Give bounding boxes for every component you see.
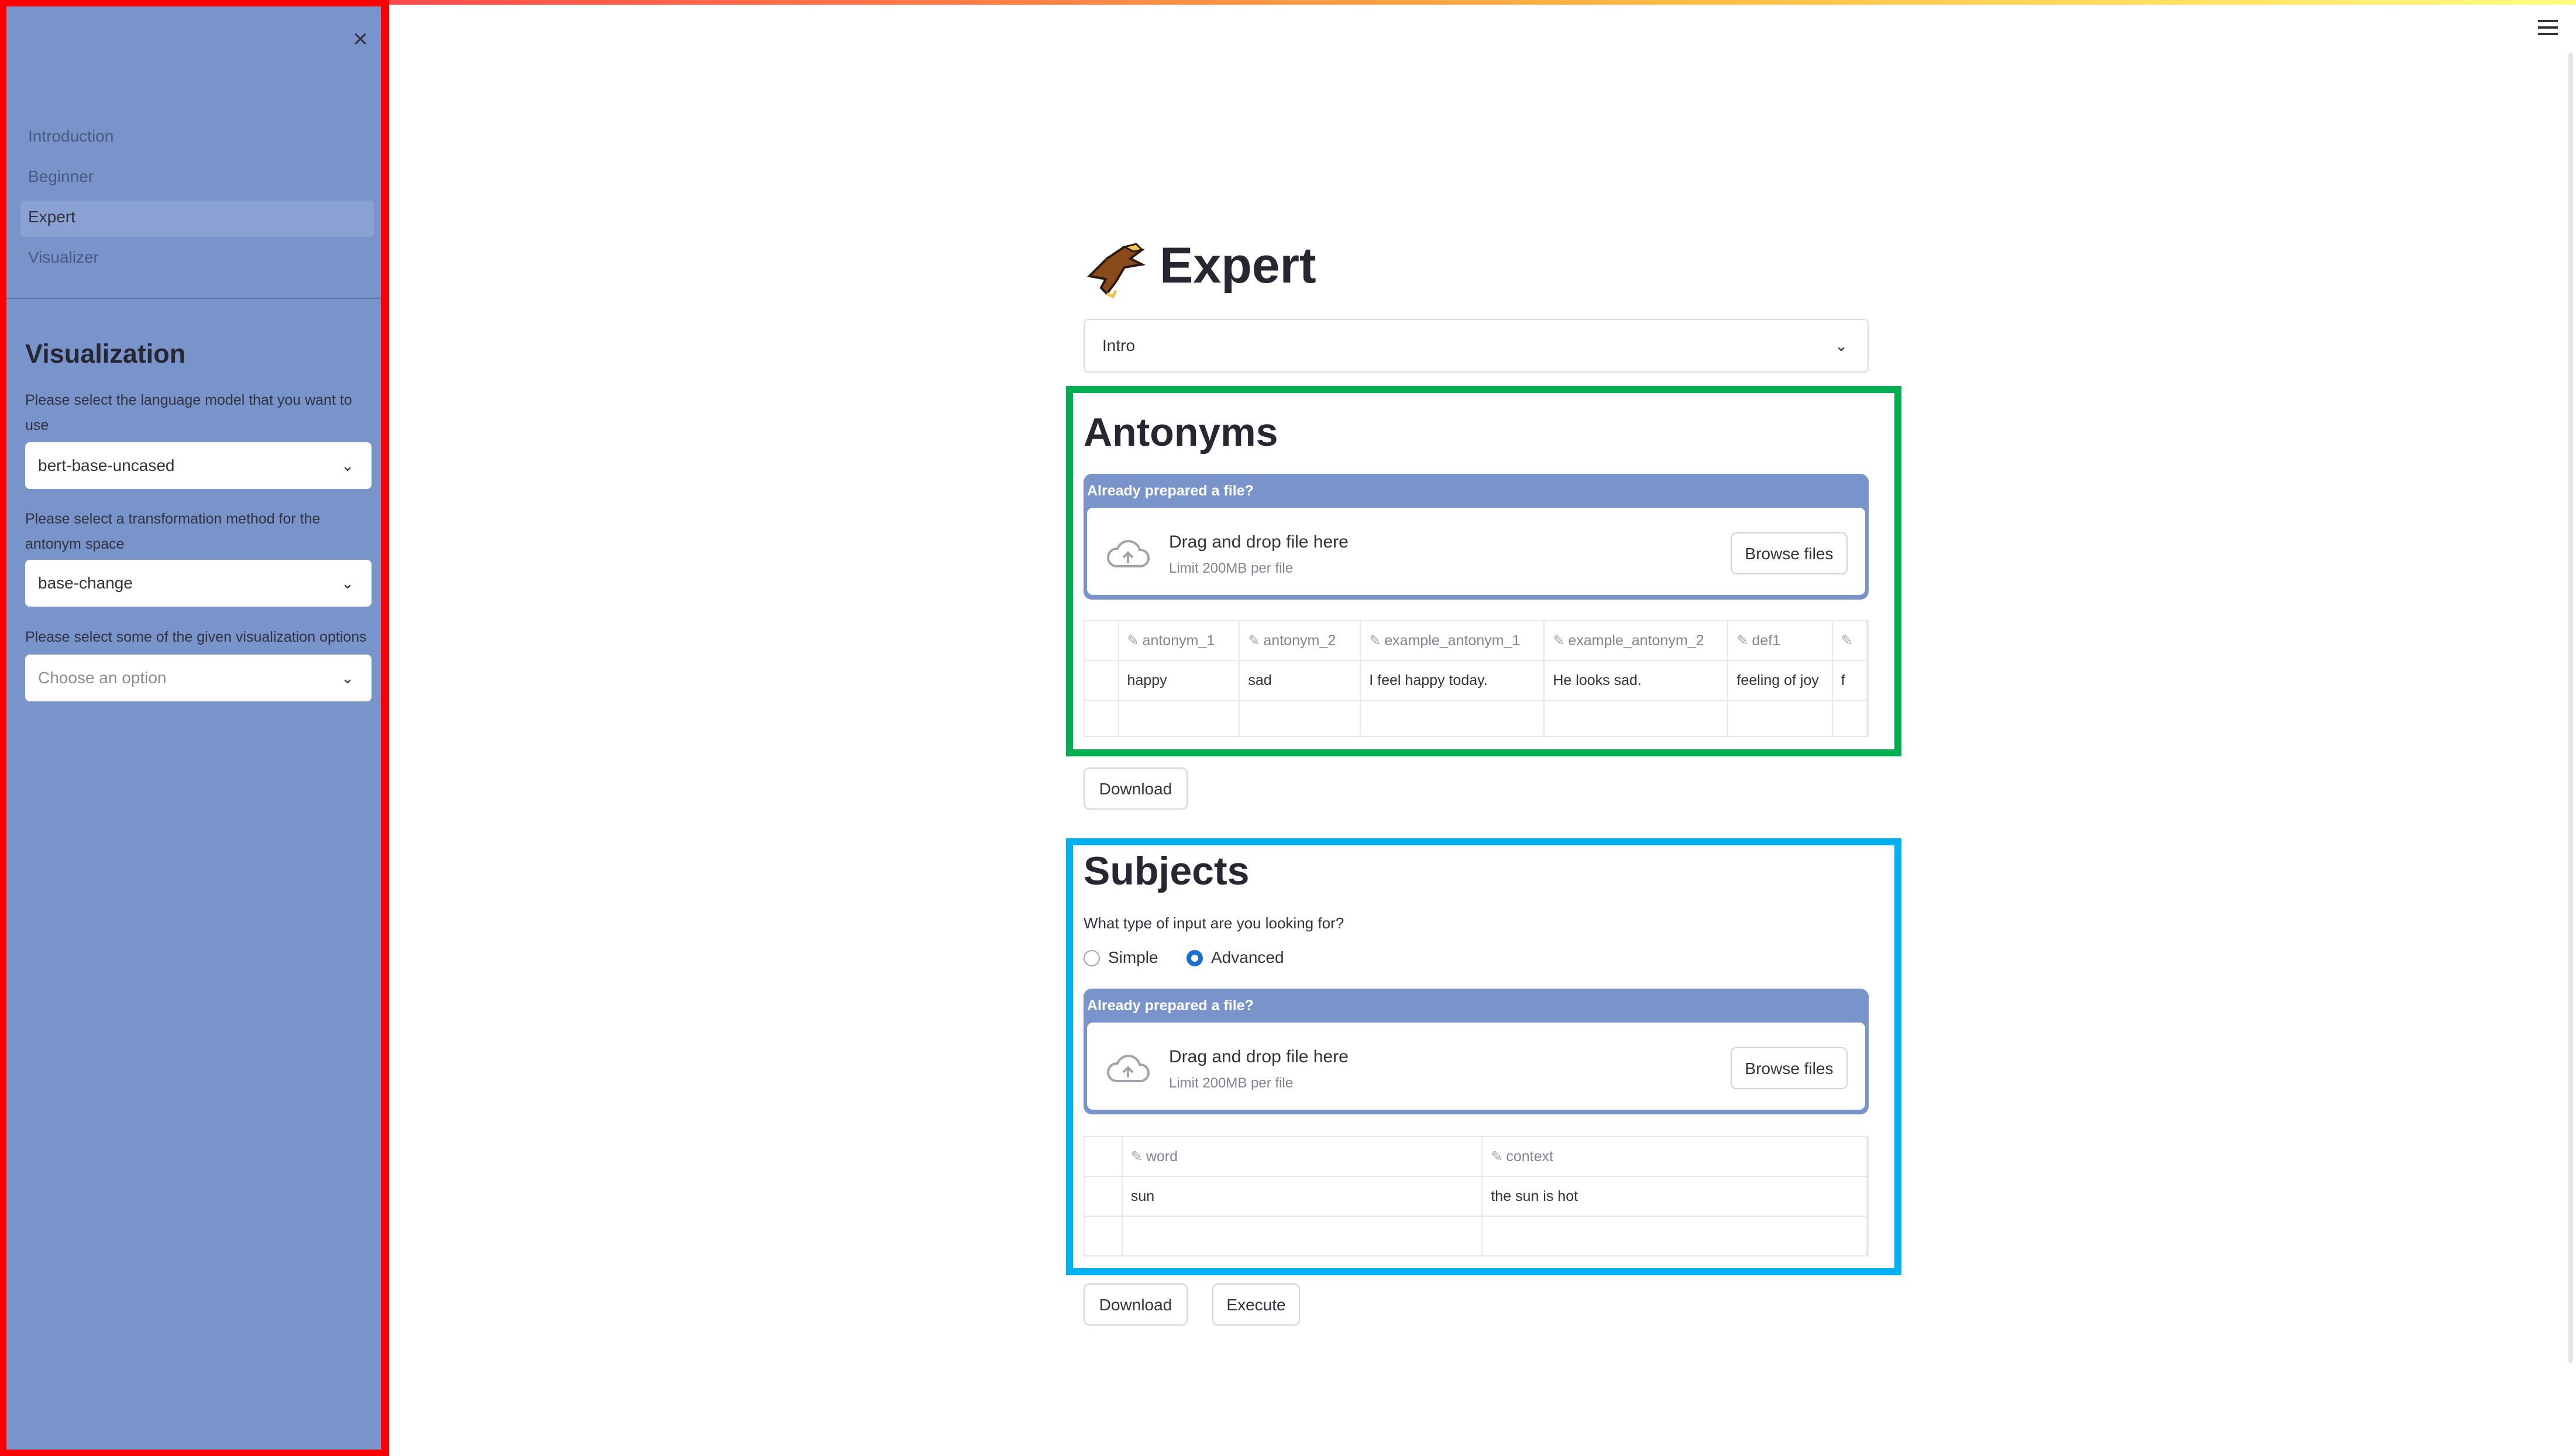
table-cell[interactable]: the sun is hot <box>1482 1176 1867 1217</box>
table-cell[interactable]: sad <box>1239 660 1361 701</box>
column-header[interactable]: ✎ example_antonym_2 <box>1544 621 1729 661</box>
column-header[interactable]: ✎ antonym_1 <box>1118 621 1240 661</box>
chevron-down-icon: ⌄ <box>1835 337 1848 354</box>
edit-icon: ✎ <box>1130 1148 1143 1165</box>
sidebar-item-beginner[interactable]: Beginner <box>28 167 94 186</box>
sidebar-item-introduction[interactable]: Introduction <box>28 127 114 146</box>
options-multiselect[interactable]: Choose an option ⌄ <box>25 655 372 701</box>
radio-unchecked-icon <box>1084 950 1100 966</box>
antonyms-data-editor[interactable]: ✎ antonym_1 ✎ antonym_2 ✎ example_antonym_1… <box>1084 620 1869 737</box>
table-cell[interactable]: He looks sad. <box>1544 660 1729 701</box>
dropzone-limit: Limit 200MB per file <box>1169 1075 1294 1091</box>
sidebar-item-visualizer[interactable]: Visualizer <box>28 248 99 267</box>
top-decoration-bar <box>389 0 2576 5</box>
execute-button[interactable]: Execute <box>1212 1283 1300 1326</box>
column-header[interactable]: ✎ context <box>1482 1137 1867 1177</box>
edit-icon: ✎ <box>1369 632 1381 649</box>
model-select-value: bert-base-uncased <box>38 456 175 474</box>
sidebar-divider <box>6 298 381 299</box>
row-index-header <box>1085 1137 1123 1177</box>
table-row-empty[interactable] <box>1085 700 1867 736</box>
subjects-download-button[interactable]: Download <box>1084 1283 1188 1326</box>
row-index <box>1085 660 1119 701</box>
options-placeholder: Choose an option <box>38 669 167 687</box>
dropzone[interactable]: Drag and drop file here Limit 200MB per … <box>1087 1023 1865 1110</box>
chevron-down-icon: ⌄ <box>341 669 354 687</box>
edit-icon: ✎ <box>1127 632 1139 649</box>
model-select[interactable]: bert-base-uncased ⌄ <box>25 442 372 489</box>
row-index <box>1085 1176 1123 1217</box>
close-icon[interactable]: × <box>349 26 372 52</box>
transform-select-label: Please select a transformation method fo… <box>25 511 321 552</box>
antonyms-file-uploader: Already prepared a file? Drag and drop f… <box>1084 474 1869 600</box>
options-select-label: Please select some of the given visualiz… <box>25 629 367 645</box>
page-title: Expert <box>1160 237 1316 294</box>
column-header[interactable]: ✎ word <box>1122 1137 1483 1177</box>
transform-select-value: base-change <box>38 574 133 592</box>
transform-select[interactable]: base-change ⌄ <box>25 560 372 607</box>
radio-advanced[interactable]: Advanced <box>1186 947 1284 968</box>
cloud-upload-icon <box>1106 1055 1150 1082</box>
eagle-logo-icon <box>1086 243 1146 299</box>
cloud-upload-icon <box>1106 540 1150 567</box>
column-header[interactable]: ✎ <box>1832 621 1867 661</box>
table-cell[interactable]: f <box>1832 660 1867 701</box>
row-index-header <box>1085 621 1119 661</box>
radio-simple[interactable]: Simple <box>1084 947 1158 968</box>
main-menu-icon[interactable] <box>2538 20 2558 37</box>
section-select-value: Intro <box>1102 336 1136 354</box>
subjects-data-editor[interactable]: ✎ word ✎ context sun the sun is hot <box>1084 1136 1869 1257</box>
browse-files-button[interactable]: Browse files <box>1731 1047 1848 1089</box>
input-type-question: What type of input are you looking for? <box>1084 914 1344 932</box>
radio-checked-icon <box>1186 950 1203 966</box>
antonyms-heading: Antonyms <box>1084 410 1278 455</box>
model-select-label: Please select the language model that yo… <box>25 392 352 433</box>
column-header[interactable]: ✎ example_antonym_1 <box>1360 621 1545 661</box>
table-cell[interactable]: I feel happy today. <box>1360 660 1545 701</box>
table-cell[interactable]: sun <box>1122 1176 1483 1217</box>
table-cell[interactable]: feeling of joy <box>1728 660 1833 701</box>
dropzone-instructions: Drag and drop file here <box>1169 532 1349 552</box>
table-header-row: ✎ antonym_1 ✎ antonym_2 ✎ example_antonym_1… <box>1085 621 1867 661</box>
sidebar: × Introduction Beginner Expert Visualize… <box>0 0 389 1456</box>
table-row[interactable]: happy sad I feel happy today. He looks s… <box>1085 660 1867 701</box>
subjects-heading: Subjects <box>1084 849 1250 893</box>
dropzone[interactable]: Drag and drop file here Limit 200MB per … <box>1087 508 1865 595</box>
table-row-empty[interactable] <box>1085 1216 1867 1255</box>
table-row[interactable]: sun the sun is hot <box>1085 1176 1867 1217</box>
subjects-file-uploader: Already prepared a file? Drag and drop f… <box>1084 989 1869 1114</box>
edit-icon: ✎ <box>1553 632 1565 649</box>
edit-icon: ✎ <box>1491 1148 1503 1165</box>
edit-icon: ✎ <box>1736 632 1749 649</box>
edit-icon: ✎ <box>1248 632 1260 649</box>
sidebar-heading: Visualization <box>25 339 186 369</box>
scrollbar[interactable] <box>2568 53 2573 1363</box>
antonyms-download-button[interactable]: Download <box>1084 767 1188 810</box>
column-header[interactable]: ✎ def1 <box>1728 621 1833 661</box>
browse-files-button[interactable]: Browse files <box>1731 532 1848 574</box>
column-header[interactable]: ✎ antonym_2 <box>1239 621 1361 661</box>
dropzone-limit: Limit 200MB per file <box>1169 560 1294 576</box>
dropzone-instructions: Drag and drop file here <box>1169 1047 1349 1066</box>
section-select[interactable]: Intro ⌄ <box>1084 319 1869 373</box>
uploader-header: Already prepared a file? <box>1087 483 1254 499</box>
table-cell[interactable]: happy <box>1118 660 1240 701</box>
edit-icon: ✎ <box>1841 632 1853 649</box>
uploader-header: Already prepared a file? <box>1087 997 1254 1014</box>
chevron-down-icon: ⌄ <box>341 457 354 474</box>
sidebar-item-expert[interactable]: Expert <box>28 208 75 226</box>
chevron-down-icon: ⌄ <box>341 574 354 592</box>
table-header-row: ✎ word ✎ context <box>1085 1137 1867 1177</box>
